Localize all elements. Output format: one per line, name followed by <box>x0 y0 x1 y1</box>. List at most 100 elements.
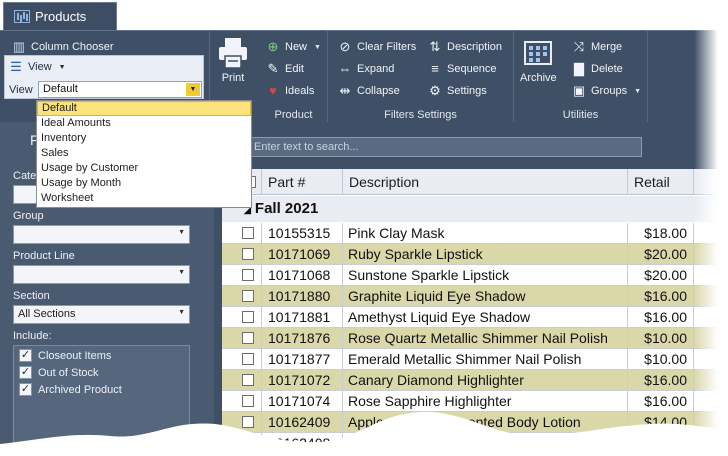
table-row[interactable]: 10171877 Emerald Metallic Shimmer Nail P… <box>222 349 728 370</box>
search-input[interactable]: Enter text to search... <box>248 137 642 157</box>
chevron-down-icon: ▼ <box>178 309 185 316</box>
view-option[interactable]: Usage by Customer <box>37 161 251 176</box>
collapse-button[interactable]: ⇹ Collapse <box>338 84 400 98</box>
group-row[interactable]: ◢ Fall 2021 <box>222 196 728 222</box>
expand-button[interactable]: ⇔ Expand <box>338 62 395 76</box>
tab-products[interactable]: Products <box>3 2 117 30</box>
column-chooser-icon: ▥ <box>12 39 26 54</box>
chevron-down-icon: ▼ <box>178 269 185 276</box>
row-checkbox[interactable] <box>242 395 254 407</box>
clear-filter-icon: ⊘ <box>339 39 351 54</box>
sequence-icon: ≡ <box>431 61 439 76</box>
view-option[interactable]: Ideal Amounts <box>37 116 251 131</box>
table-row[interactable]: 10171880 Graphite Liquid Eye Shadow $16.… <box>222 286 728 307</box>
chevron-down-icon: ▼ <box>58 63 66 71</box>
row-checkbox[interactable] <box>242 311 254 323</box>
view-option[interactable]: Worksheet <box>37 191 251 206</box>
row-checkbox[interactable] <box>242 290 254 302</box>
print-label: Print <box>221 72 245 84</box>
edit-label: Edit <box>285 63 304 75</box>
view-button[interactable]: ☰ View ▼ <box>9 60 66 74</box>
edit-button[interactable]: ✎ Edit <box>266 62 304 76</box>
column-chooser-button[interactable]: ▥ Column Chooser <box>12 40 114 54</box>
row-select-cell <box>222 244 262 265</box>
utilities-group-label: Utilities <box>562 109 599 121</box>
products-icon <box>14 10 30 23</box>
tab-title: Products <box>35 9 87 24</box>
column-chooser-label: Column Chooser <box>31 41 114 53</box>
row-checkbox[interactable] <box>242 416 254 428</box>
table-row[interactable]: 10171069 Ruby Sparkle Lipstick $20.00 <box>222 244 728 265</box>
column-header-retail[interactable]: Retail <box>628 169 694 195</box>
column-header-part[interactable]: Part # <box>262 169 343 195</box>
delete-label: Delete <box>591 63 623 75</box>
retail-cell: $16.00 <box>628 370 694 391</box>
view-option[interactable]: Default <box>37 101 251 116</box>
search-placeholder: Enter text to search... <box>254 141 359 153</box>
groups-button[interactable]: ▣ Groups ▼ <box>572 84 641 98</box>
row-select-cell <box>222 265 262 286</box>
view-option[interactable]: Usage by Month <box>37 176 251 191</box>
view-label: View <box>9 84 33 96</box>
archive-grid-icon <box>524 41 553 65</box>
description-sort-button[interactable]: ⇅ Description <box>428 40 502 54</box>
view-select[interactable]: Default ▼ <box>38 81 202 98</box>
ideals-label: Ideals <box>285 85 315 97</box>
view-option[interactable]: Sales <box>37 146 251 161</box>
row-select-cell <box>222 349 262 370</box>
row-select-cell <box>222 307 262 328</box>
delete-button[interactable]: ▇ Delete <box>572 62 623 76</box>
part-cell: 10171068 <box>262 265 343 286</box>
row-checkbox[interactable] <box>242 227 254 239</box>
product-line-select[interactable]: ▼ <box>13 265 190 284</box>
print-button[interactable]: Print <box>218 37 248 84</box>
row-checkbox[interactable] <box>242 332 254 344</box>
table-row[interactable]: 10171881 Amethyst Liquid Eye Shadow $16.… <box>222 307 728 328</box>
main-content: Enter text to search... Part # Descripti… <box>222 122 728 456</box>
table-row[interactable]: 10162409 Apple & Almond Scented Body Lot… <box>222 412 728 433</box>
new-button[interactable]: ⊕ New ▼ <box>266 40 321 54</box>
merge-icon: ⤨ <box>573 39 585 54</box>
row-checkbox[interactable] <box>242 248 254 260</box>
table-row[interactable]: 10162408 Citrus Scented Shower Gel $14.0… <box>222 433 728 454</box>
view-option[interactable]: Inventory <box>37 131 251 146</box>
product-line-label: Product Line <box>13 250 75 262</box>
settings-button[interactable]: ⚙ Settings <box>428 84 487 98</box>
dropdown-arrow-icon[interactable]: ▼ <box>186 83 200 96</box>
sequence-sort-button[interactable]: ≡ Sequence <box>428 61 496 76</box>
merge-button[interactable]: ⤨ Merge <box>572 40 622 54</box>
filters-settings-group-label: Filters Settings <box>384 109 457 121</box>
row-checkbox[interactable] <box>242 353 254 365</box>
retail-cell: $18.00 <box>628 223 694 244</box>
group-select[interactable]: ▼ <box>13 225 190 244</box>
collapse-icon: ⇹ <box>339 83 351 98</box>
view-button-label: View <box>28 61 52 73</box>
include-options: ✓ Closeout Items ✓ Out of Stock ✓ Archiv… <box>13 345 190 455</box>
table-row[interactable]: 10171876 Rose Quartz Metallic Shimmer Na… <box>222 328 728 349</box>
archive-button[interactable]: Archive <box>520 41 557 84</box>
new-label: New <box>285 41 308 53</box>
include-closeout-checkbox[interactable]: ✓ Closeout Items <box>19 349 111 362</box>
part-cell: 10171877 <box>262 349 343 370</box>
description-cell: Emerald Metallic Shimmer Nail Polish <box>343 349 628 370</box>
row-checkbox[interactable] <box>242 437 254 449</box>
table-row[interactable]: 10155315 Pink Clay Mask $18.00 <box>222 223 728 244</box>
chevron-down-icon: ▼ <box>178 229 185 236</box>
clear-filters-button[interactable]: ⊘ Clear Filters <box>338 39 417 54</box>
grid-header: Part # Description Retail <box>222 169 728 195</box>
part-cell: 10155315 <box>262 223 343 244</box>
description-cell: Amethyst Liquid Eye Shadow <box>343 307 628 328</box>
group-title: Fall 2021 <box>254 200 319 217</box>
column-header-description[interactable]: Description <box>343 169 628 195</box>
table-row[interactable]: 10171072 Canary Diamond Highlighter $16.… <box>222 370 728 391</box>
section-select[interactable]: All Sections ▼ <box>13 305 190 324</box>
ideals-button[interactable]: ♥ Ideals <box>266 84 314 98</box>
table-row[interactable]: 10171074 Rose Sapphire Highlighter $16.0… <box>222 391 728 412</box>
row-checkbox[interactable] <box>242 374 254 386</box>
include-out-of-stock-checkbox[interactable]: ✓ Out of Stock <box>19 366 99 379</box>
row-checkbox[interactable] <box>242 269 254 281</box>
row-select-cell <box>222 370 262 391</box>
description-cell: Citrus Scented Shower Gel <box>343 433 628 454</box>
include-archived-checkbox[interactable]: ✓ Archived Product <box>19 383 122 396</box>
table-row[interactable]: 10171068 Sunstone Sparkle Lipstick $20.0… <box>222 265 728 286</box>
